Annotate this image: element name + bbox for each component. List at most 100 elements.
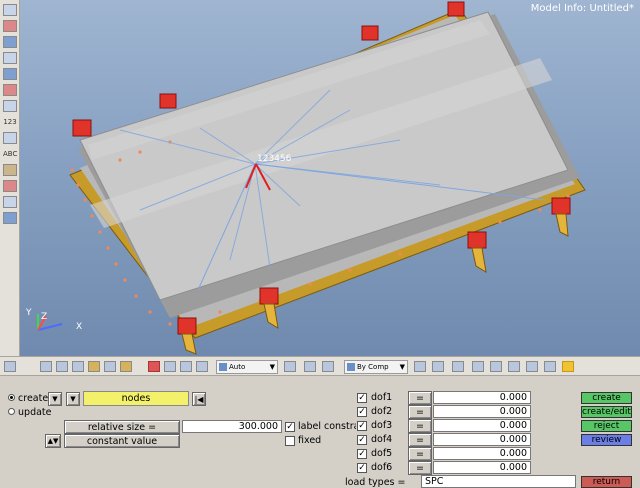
axis-y-label: Y [26,308,32,318]
dof6-value-field[interactable]: 0.000 [433,461,531,474]
rotate-icon[interactable] [4,361,16,372]
model-graphics [37,1,586,355]
dof3-value-field[interactable]: 0.000 [433,419,531,432]
show-icon[interactable] [88,361,100,372]
create-edit-button[interactable]: create/edit [581,406,632,418]
dof2-checkbox[interactable]: ✓ [357,407,367,417]
dof1-equals-button[interactable]: = [408,391,432,405]
axis-z-label: Z [41,312,48,322]
display-mode-dropdown[interactable]: Auto ▼ [216,360,278,374]
components-icon[interactable] [3,20,17,32]
elements-icon[interactable] [3,68,17,80]
dof1-checkbox[interactable]: ✓ [357,393,367,403]
systems-icon[interactable] [3,100,17,112]
return-button[interactable]: return [581,476,632,488]
monitor-icon[interactable] [544,361,556,372]
relative-size-toggle[interactable]: relative size = [64,420,180,434]
dof2-value-field[interactable]: 0.000 [433,405,531,418]
measure-icon[interactable] [3,196,17,208]
up-down-icon[interactable]: ▲▼ [45,434,61,448]
hide-icon[interactable] [56,361,68,372]
dof5-value-field[interactable]: 0.000 [433,447,531,460]
left-toolbar: 123 ABC [0,0,20,356]
node-label: 123456 [257,154,292,164]
info-icon[interactable] [196,361,208,372]
chevron-down-icon: ▼ [399,363,405,371]
color-by-value: By Comp [357,363,389,371]
fixed-checkbox[interactable] [285,436,295,446]
display-icon[interactable] [40,361,52,372]
loadcols-icon[interactable] [3,84,17,96]
mesh-icon[interactable] [414,361,426,372]
hypermesh-window: 123 ABC Model Info: Untitled* 123456 Y Z… [0,0,640,488]
properties-icon[interactable] [3,52,17,64]
dof6-checkbox[interactable]: ✓ [357,463,367,473]
load-types-field[interactable]: SPC [421,475,576,488]
constant-value-toggle[interactable]: constant value [64,434,180,448]
dof2-label: dof2 [371,406,393,417]
solid-icon[interactable] [526,361,538,372]
reverse-icon[interactable] [104,361,116,372]
reset-icon[interactable]: |◀ [192,392,206,406]
weight-icon[interactable] [3,212,17,224]
star-icon[interactable] [562,361,574,372]
find-icon[interactable] [120,361,132,372]
dof4-label: dof4 [371,434,393,445]
surface-icon[interactable] [508,361,520,372]
fixed-label: fixed [298,435,322,446]
dof3-label: dof3 [371,420,393,431]
dof6-label: dof6 [371,462,393,473]
update-radio[interactable]: update [8,407,52,418]
text-icon[interactable]: ABC [3,148,17,160]
settings-icon[interactable] [180,361,192,372]
relative-size-field[interactable]: 300.000 [182,420,282,433]
model-info: Model Info: Untitled* [530,3,634,14]
color-by-dropdown[interactable]: By Comp ▼ [344,360,408,374]
radio-icon [8,408,15,415]
create-button[interactable]: create [581,392,632,404]
clip-icon[interactable] [284,361,296,372]
line-icon[interactable] [472,361,484,372]
dof3-checkbox[interactable]: ✓ [357,421,367,431]
shrink-icon[interactable] [490,361,502,372]
dof2-equals-button[interactable]: = [408,405,432,419]
delete-icon[interactable] [148,361,160,372]
axis-x-label: X [76,322,83,332]
reject-button[interactable]: reject [581,420,632,432]
nodes-selector[interactable]: nodes [83,391,189,406]
isolate-icon[interactable] [72,361,84,372]
dof4-value-field[interactable]: 0.000 [433,433,531,446]
dof1-label: dof1 [371,392,393,403]
create-radio[interactable]: create [8,393,48,404]
feature-icon[interactable] [452,361,464,372]
cube-icon[interactable] [322,361,334,372]
radio-selected-icon [8,394,15,401]
dof1-value-field[interactable]: 0.000 [433,391,531,404]
label-constraints-label: label constra [298,421,356,432]
dof5-equals-button[interactable]: = [408,447,432,461]
label-constraints-checkbox[interactable]: ✓ [285,422,295,432]
dof3-equals-button[interactable]: = [408,419,432,433]
model-icon[interactable] [3,4,17,16]
mask-icon[interactable] [164,361,176,372]
curves-icon[interactable] [3,132,17,144]
materials-icon[interactable] [3,36,17,48]
graphics-viewport[interactable]: Model Info: Untitled* 123456 Y Z X [20,0,640,356]
element-display-icon[interactable] [432,361,444,372]
spc-icon[interactable] [3,180,17,192]
dof4-checkbox[interactable]: ✓ [357,435,367,445]
chevron-down-icon: ▼ [269,363,275,371]
entity-selector-toggle[interactable]: ▼ [66,392,80,406]
dof5-label: dof5 [371,448,393,459]
create-dropdown[interactable]: ▼ [48,392,62,406]
view-icon[interactable] [304,361,316,372]
dof6-equals-button[interactable]: = [408,461,432,475]
id-icon[interactable]: 123 [3,116,17,128]
display-mode-value: Auto [229,363,246,371]
constraints-panel: create update ▼ ▼ nodes |◀ relative size… [0,376,640,488]
annotation-icon[interactable] [3,164,17,176]
dof4-equals-button[interactable]: = [408,433,432,447]
shaded-icon [219,363,227,371]
review-button[interactable]: review [581,434,632,446]
dof5-checkbox[interactable]: ✓ [357,449,367,459]
